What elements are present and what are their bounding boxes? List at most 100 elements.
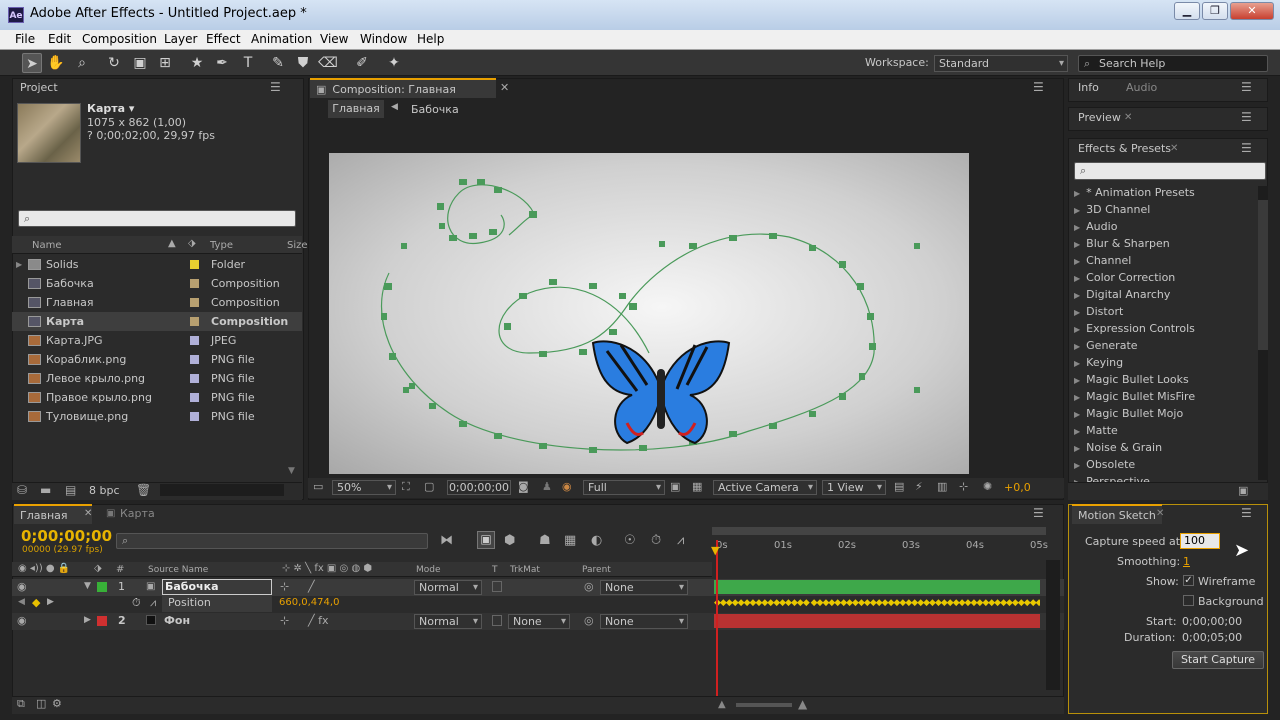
playhead[interactable] bbox=[716, 540, 718, 696]
effects-search-input[interactable]: ⌕ bbox=[1074, 162, 1266, 180]
breadcrumb-main[interactable]: Главная bbox=[328, 100, 384, 118]
timeline-icon[interactable]: ▥ bbox=[937, 480, 947, 493]
col-trkmat[interactable]: TrkMat bbox=[510, 565, 540, 575]
effects-category[interactable]: ▶ Magic Bullet Looks bbox=[1074, 373, 1254, 390]
capture-speed-input[interactable]: 100 bbox=[1180, 533, 1220, 549]
playhead-handle-icon[interactable]: ▼ bbox=[711, 544, 719, 557]
zoom-in-icon[interactable]: ▲ bbox=[798, 697, 807, 711]
snapshot-icon[interactable]: ◙ bbox=[518, 480, 529, 493]
expand-triangle-icon[interactable]: ▶ bbox=[1074, 308, 1080, 317]
panel-menu-icon[interactable]: ☰ bbox=[1241, 80, 1252, 94]
close-tab-icon[interactable]: ✕ bbox=[84, 508, 92, 519]
graph-editor-icon[interactable]: ⩘ bbox=[677, 533, 684, 548]
motion-blur-icon[interactable]: ◐ bbox=[591, 533, 602, 548]
zoom-tool-icon[interactable]: ⌕ bbox=[72, 53, 92, 73]
label-color-swatch[interactable] bbox=[190, 279, 199, 288]
project-item-name[interactable]: Карта ▾ bbox=[87, 102, 134, 115]
time-ruler[interactable]: 0s 01s 02s 03s 04s 05s bbox=[712, 538, 1048, 556]
exposure-value[interactable]: +0,0 bbox=[1004, 481, 1031, 494]
label-color-swatch[interactable] bbox=[190, 298, 199, 307]
layer-mode-dropdown[interactable]: Normal bbox=[414, 580, 482, 595]
layer-name[interactable]: Фон bbox=[164, 614, 190, 627]
expand-triangle-icon[interactable]: ▶ bbox=[1074, 427, 1080, 436]
expand-triangle-icon[interactable]: ▶ bbox=[1074, 393, 1080, 402]
brainstorm-icon[interactable]: ☉ bbox=[624, 533, 636, 548]
view-layout-dropdown[interactable]: 1 View bbox=[822, 480, 886, 495]
hand-tool-icon[interactable]: ✋ bbox=[46, 53, 66, 73]
menu-edit[interactable]: Edit bbox=[48, 32, 71, 46]
live-update-icon[interactable]: ▣ bbox=[477, 531, 495, 549]
show-snapshot-icon[interactable]: ♟ bbox=[542, 480, 552, 493]
close-tab-icon[interactable]: ✕ bbox=[1156, 508, 1164, 519]
toggle-switches-icon[interactable]: ⧉ bbox=[17, 697, 25, 711]
brush-tool-icon[interactable]: ✎ bbox=[268, 53, 288, 73]
label-color-swatch[interactable] bbox=[97, 616, 107, 626]
next-keyframe-icon[interactable]: ▶ bbox=[47, 597, 54, 607]
background-checkbox[interactable] bbox=[1183, 595, 1194, 606]
effects-category[interactable]: ▶ Channel bbox=[1074, 254, 1254, 271]
trash-icon[interactable]: 🗑 bbox=[136, 483, 151, 497]
panel-menu-icon[interactable]: ☰ bbox=[1241, 506, 1252, 520]
label-color-swatch[interactable] bbox=[190, 393, 199, 402]
effects-category[interactable]: ▶ Magic Bullet MisFire bbox=[1074, 390, 1254, 407]
zoom-dropdown[interactable]: 50% bbox=[332, 480, 396, 495]
collapse-switch-icon[interactable]: ⊹ bbox=[280, 580, 289, 593]
tab-info[interactable]: Info bbox=[1072, 78, 1105, 98]
panel-menu-icon[interactable]: ☰ bbox=[1241, 141, 1252, 155]
effects-category[interactable]: ▶ Audio bbox=[1074, 220, 1254, 237]
close-button[interactable]: ✕ bbox=[1230, 2, 1274, 20]
composition-viewer[interactable] bbox=[329, 153, 969, 474]
camera-dropdown[interactable]: Active Camera bbox=[713, 480, 817, 495]
stopwatch-icon[interactable]: ⏱ bbox=[132, 596, 141, 610]
safe-zones-icon[interactable]: ▢ bbox=[424, 480, 434, 493]
menu-view[interactable]: View bbox=[320, 32, 348, 46]
timeline-scrollbar[interactable] bbox=[1046, 560, 1060, 690]
effects-scroll-thumb[interactable] bbox=[1258, 200, 1268, 350]
expand-triangle-icon[interactable]: ▶ bbox=[1074, 189, 1080, 198]
quality-switch-icon[interactable]: ╱ bbox=[308, 580, 315, 593]
project-row[interactable]: Главная Composition bbox=[12, 293, 302, 312]
effects-category[interactable]: ▶ Generate bbox=[1074, 339, 1254, 356]
label-col-icon[interactable]: ⬗ bbox=[188, 238, 196, 249]
col-mode[interactable]: Mode bbox=[416, 565, 441, 575]
close-tab-icon[interactable]: ✕ bbox=[500, 81, 509, 94]
comp-mini-flowchart-icon[interactable]: ⧓ bbox=[440, 533, 453, 548]
tab-timeline-main[interactable]: Главная bbox=[14, 504, 92, 524]
roto-brush-tool-icon[interactable]: ✐ bbox=[352, 53, 372, 73]
eye-icon[interactable]: ◉ bbox=[17, 614, 27, 627]
effects-category[interactable]: ▶ Magic Bullet Mojo bbox=[1074, 407, 1254, 424]
quality-switch-icon[interactable]: ╱ fx bbox=[308, 614, 329, 627]
project-row[interactable]: Левое крыло.png PNG file bbox=[12, 369, 302, 388]
scroll-down-icon[interactable]: ▼ bbox=[288, 466, 295, 476]
expand-triangle-icon[interactable]: ▶ bbox=[1074, 274, 1080, 283]
expand-panes-icon[interactable]: ⚙ bbox=[52, 697, 62, 710]
panel-menu-icon[interactable]: ☰ bbox=[270, 80, 281, 94]
flowchart-icon[interactable]: ⊹ bbox=[959, 480, 968, 493]
menu-help[interactable]: Help bbox=[417, 32, 444, 46]
tab-audio[interactable]: Audio bbox=[1120, 78, 1163, 98]
menu-layer[interactable]: Layer bbox=[164, 32, 197, 46]
zoom-slider[interactable] bbox=[736, 703, 792, 707]
always-preview-icon[interactable]: ▭ bbox=[313, 480, 323, 493]
expand-triangle-icon[interactable]: ▶ bbox=[1074, 444, 1080, 453]
position-keyframes[interactable]: ◆◆◆◆◆◆◆◆◆◆◆◆◆◆◆◆ ◆◆◆◆◆◆◆◆◆◆◆◆◆◆◆◆◆◆◆◆◆◆◆… bbox=[714, 596, 1040, 610]
tab-composition[interactable]: ▣ Composition: Главная bbox=[310, 78, 496, 98]
property-name[interactable]: Position bbox=[162, 596, 272, 612]
label-color-swatch[interactable] bbox=[190, 260, 199, 269]
parent-dropdown[interactable]: None bbox=[600, 580, 688, 595]
tab-preview[interactable]: Preview bbox=[1072, 108, 1127, 128]
interpret-footage-icon[interactable]: ⛁ bbox=[17, 483, 27, 497]
workspace-dropdown[interactable]: Standard bbox=[934, 55, 1068, 72]
expand-triangle-icon[interactable]: ▶ bbox=[1074, 342, 1080, 351]
label-color-swatch[interactable] bbox=[190, 336, 199, 345]
smoothing-value[interactable]: 1 bbox=[1183, 555, 1190, 568]
timeline-timecode[interactable]: 0;00;00;00 bbox=[21, 527, 112, 545]
label-color-swatch[interactable] bbox=[190, 355, 199, 364]
frame-blending-icon[interactable]: ▦ bbox=[564, 533, 576, 548]
effects-category[interactable]: ▶ Expression Controls bbox=[1074, 322, 1254, 339]
preserve-transparency-checkbox[interactable] bbox=[492, 581, 502, 592]
effects-category[interactable]: ▶ Obsolete bbox=[1074, 458, 1254, 475]
col-type[interactable]: Type bbox=[210, 240, 233, 251]
project-search-input[interactable]: ⌕ bbox=[18, 210, 296, 227]
panel-menu-icon[interactable]: ☰ bbox=[1033, 506, 1044, 520]
